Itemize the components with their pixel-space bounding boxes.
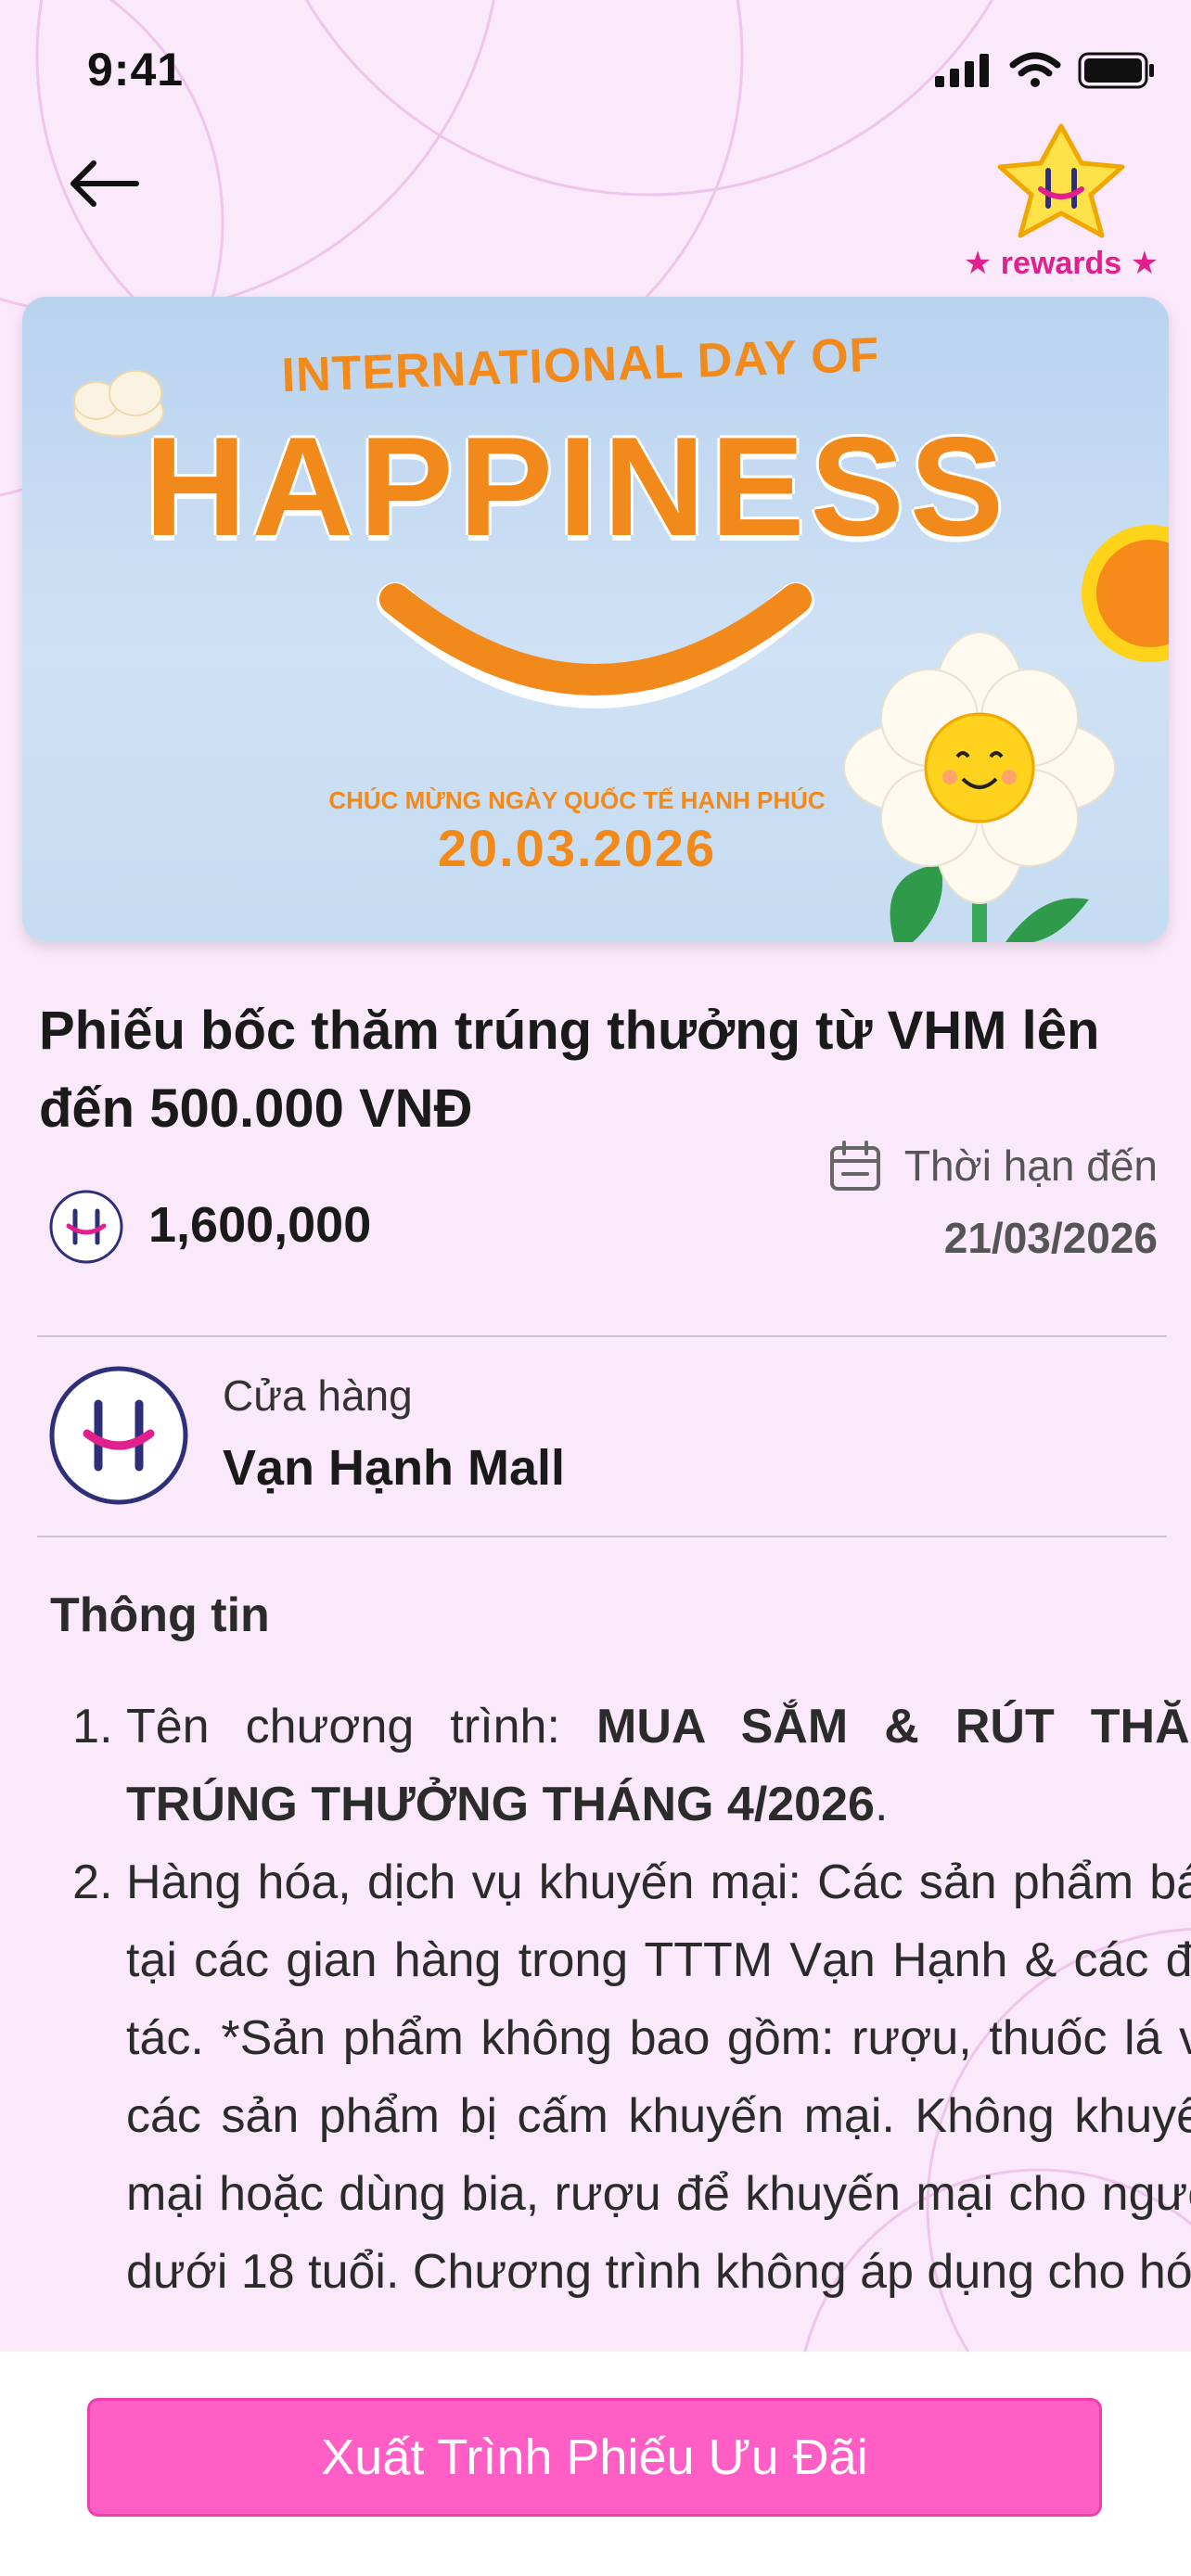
info-item: Tên chương trình: MUA SẮM & RÚT THĂM TRÚ… xyxy=(126,1688,1191,1843)
back-button[interactable] xyxy=(61,147,145,221)
signal-icon xyxy=(935,54,989,87)
points-value: 1,600,000 xyxy=(148,1197,372,1253)
voucher-title: Phiếu bốc thăm trúng thưởng từ VHM lên đ… xyxy=(39,1001,1100,1139)
rewards-star-icon xyxy=(997,123,1125,238)
status-time: 9:41 xyxy=(87,44,185,96)
banner-headline: HAPPINESS xyxy=(144,408,1010,566)
battery-icon xyxy=(1078,52,1154,89)
small-star-icon: ★ xyxy=(1130,246,1159,281)
store-logo-icon xyxy=(49,1366,188,1505)
expiry-label: Thời hạn đến xyxy=(903,1141,1158,1190)
small-star-icon: ★ xyxy=(963,246,992,281)
points-coin-icon xyxy=(49,1190,123,1264)
status-icons xyxy=(935,52,1156,89)
rewards-label: ★ rewards ★ xyxy=(963,246,1159,281)
info-list: Tên chương trình: MUA SẮM & RÚT THĂM TRÚ… xyxy=(63,1688,1191,2311)
promo-banner: INTERNATIONAL DAY OF HAPPINESS CHÚC MỪNG… xyxy=(22,297,1169,942)
store-label: Cửa hàng xyxy=(223,1371,413,1420)
divider xyxy=(37,1335,1167,1337)
voucher-detail-screen: 9:41 ★ rewards ★ INTERNATIONAL DAY OF HA… xyxy=(0,0,1191,2576)
expiry-info: Thời hạn đến 21/03/2026 xyxy=(828,1139,1158,1263)
divider xyxy=(37,1536,1167,1537)
rewards-logo: ★ rewards ★ xyxy=(959,119,1163,282)
store-name[interactable]: Vạn Hạnh Mall xyxy=(223,1439,565,1497)
present-voucher-button[interactable]: Xuất Trình Phiếu Ưu Đãi xyxy=(87,2398,1102,2517)
info-item: Hàng hóa, dịch vụ khuyến mại: Các sản ph… xyxy=(126,1843,1191,2311)
wifi-icon xyxy=(1009,52,1061,87)
info-heading: Thông tin xyxy=(50,1588,270,1642)
expiry-date: 21/03/2026 xyxy=(943,1214,1158,1262)
arrow-left-icon xyxy=(70,160,139,207)
calendar-icon xyxy=(829,1141,880,1191)
banner-subline: CHÚC MỪNG NGÀY QUỐC TẾ HẠNH PHÚC xyxy=(328,786,826,814)
banner-date: 20.03.2026 xyxy=(437,819,717,877)
